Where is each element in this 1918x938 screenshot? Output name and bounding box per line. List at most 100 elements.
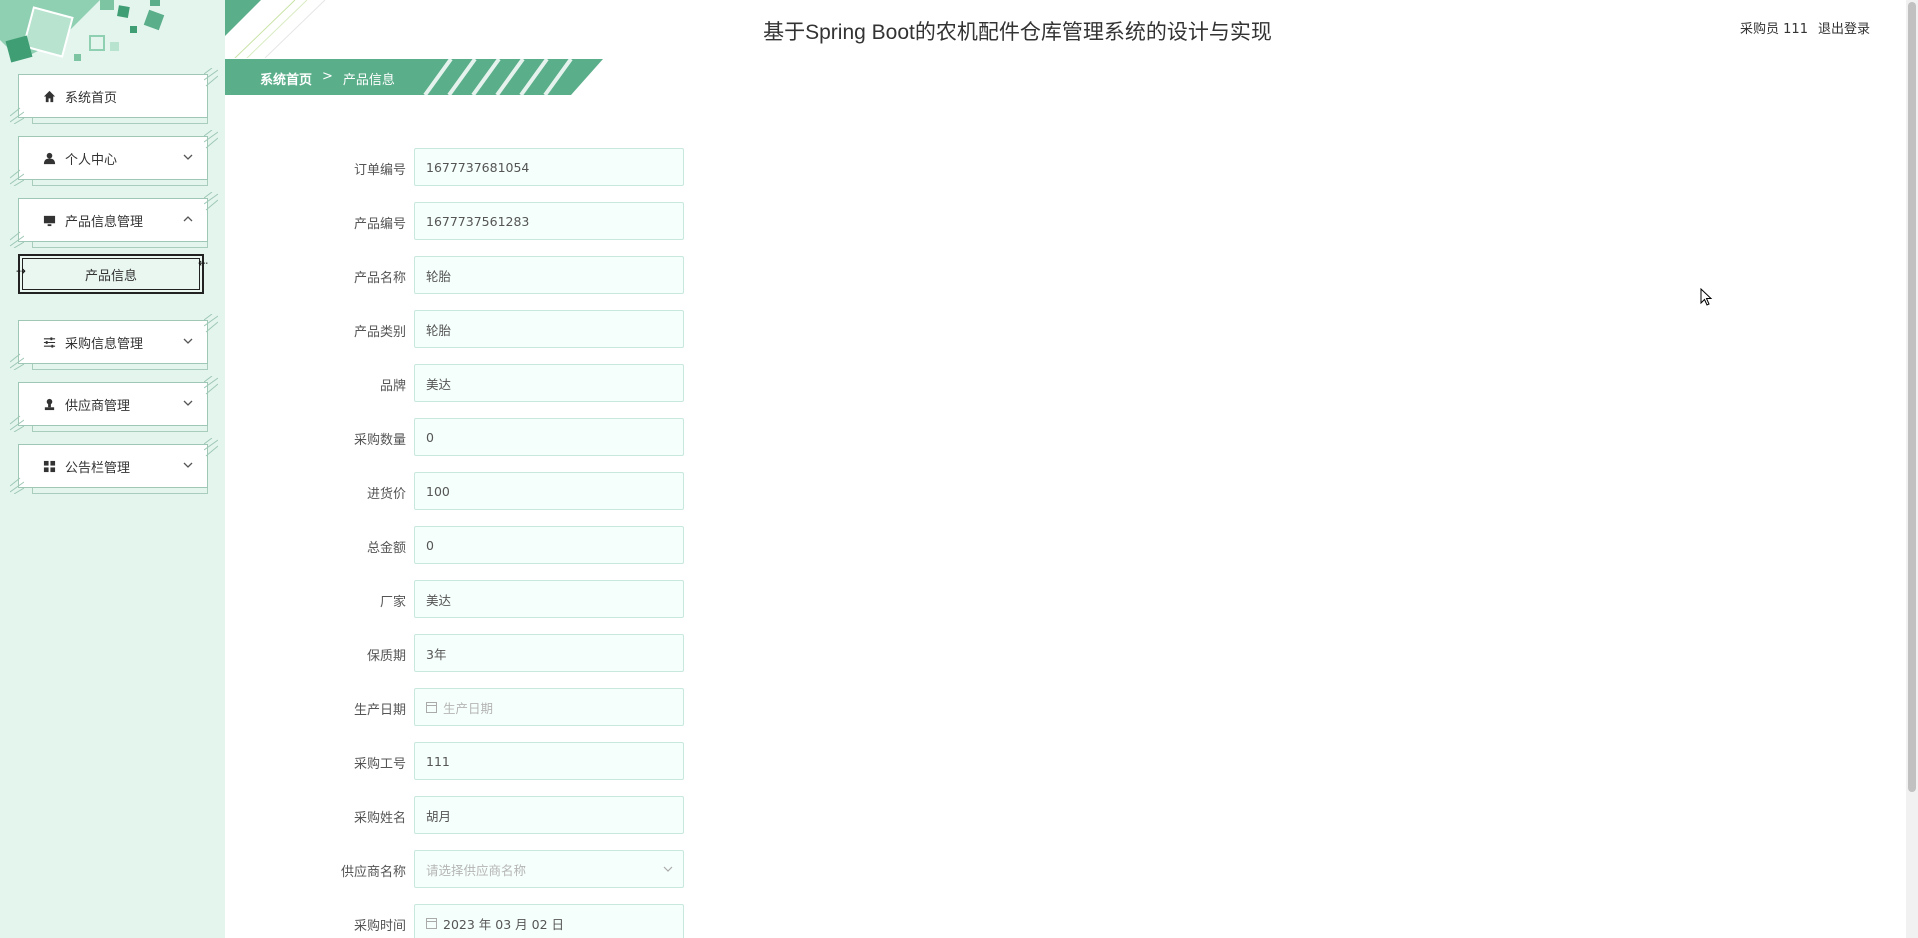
order-no-input[interactable]: 1677737681054 <box>414 148 684 186</box>
sidebar-item-label: 采购信息管理 <box>65 336 144 352</box>
hatch-decoration <box>204 192 218 211</box>
scrollbar-thumb[interactable] <box>1908 2 1916 792</box>
sidebar-item-label: 公告栏管理 <box>65 460 131 476</box>
form-row-manufacturer: 厂家 美达 <box>330 580 730 618</box>
chevron-down-icon <box>183 400 193 406</box>
product-name-input[interactable]: 轮胎 <box>414 256 684 294</box>
form-row-brand: 品牌 美达 <box>330 364 730 402</box>
breadcrumb-home[interactable]: 系统首页 <box>260 69 312 88</box>
menu-item-box[interactable]: 产品信息管理 <box>18 198 208 242</box>
page-title: 基于Spring Boot的农机配件仓库管理系统的设计与实现 <box>763 21 1272 44</box>
sidebar-item-label: 系统首页 <box>65 90 118 106</box>
purchaser-id-input[interactable]: 111 <box>414 742 684 780</box>
sidebar: 系统首页 个人中心 产品信息管理 ⇢ 产品信息 ⇠ 采购信息管理 供应商管理 公… <box>0 0 225 938</box>
sidebar-item-personal-center[interactable]: 个人中心 <box>10 130 218 186</box>
sidebar-menu: 系统首页 个人中心 产品信息管理 ⇢ 产品信息 ⇠ 采购信息管理 供应商管理 公… <box>10 68 218 506</box>
monitor-icon <box>41 212 57 228</box>
product-category-input[interactable]: 轮胎 <box>414 310 684 348</box>
user-area: 采购员 111 退出登录 <box>1740 18 1870 37</box>
purchase-time-value: 2023 年 03 月 02 日 <box>443 916 564 932</box>
field-label: 厂家 <box>379 595 406 610</box>
field-label: 生产日期 <box>353 703 406 718</box>
field-label: 保质期 <box>366 649 406 664</box>
form-row-quantity: 采购数量 0 <box>330 418 730 456</box>
sidebar-item-home[interactable]: 系统首页 <box>10 68 218 124</box>
field-label: 采购工号 <box>353 757 406 772</box>
field-label: 产品名称 <box>353 271 406 286</box>
sidebar-subitem-product-info[interactable]: ⇢ 产品信息 ⇠ <box>16 254 208 294</box>
menu-item-box[interactable]: 个人中心 <box>18 136 208 180</box>
hatch-decoration <box>10 231 24 248</box>
sidebar-subitem-label: 产品信息 <box>84 268 137 284</box>
brand-input[interactable]: 美达 <box>414 364 684 402</box>
field-label: 产品类别 <box>353 325 406 340</box>
hatch-decoration <box>10 169 24 186</box>
hatch-decoration <box>10 353 24 370</box>
purchase-price-input[interactable]: 100 <box>414 472 684 510</box>
logout-link[interactable]: 退出登录 <box>1818 18 1870 37</box>
menu-item-box[interactable]: 系统首页 <box>18 74 208 118</box>
sidebar-item-label: 产品信息管理 <box>65 214 144 230</box>
grid-icon <box>41 458 57 474</box>
menu-item-box[interactable]: 采购信息管理 <box>18 320 208 364</box>
field-label: 供应商名称 <box>340 865 406 880</box>
breadcrumb-current: 产品信息 <box>342 73 395 88</box>
form-row-product-no: 产品编号 1677737561283 <box>330 202 730 240</box>
chevron-down-icon <box>183 154 193 160</box>
purchaser-name-input[interactable]: 胡月 <box>414 796 684 834</box>
sidebar-item-supplier-management[interactable]: 供应商管理 <box>10 376 218 432</box>
breadcrumb: 系统首页 > 产品信息 <box>260 69 395 88</box>
production-date-placeholder: 生产日期 <box>443 700 494 716</box>
form-row-supplier-name: 供应商名称 请选择供应商名称 <box>330 850 730 888</box>
chevron-down-icon <box>183 338 193 344</box>
purchase-time-picker[interactable]: 2023 年 03 月 02 日 <box>414 904 684 938</box>
menu-item-box[interactable]: 供应商管理 <box>18 382 208 426</box>
calendar-icon <box>426 917 437 929</box>
user-icon <box>41 150 57 166</box>
supplier-name-select[interactable]: 请选择供应商名称 <box>414 850 684 888</box>
chevron-down-icon <box>663 866 673 872</box>
hatch-decoration <box>10 107 24 124</box>
form-row-total-amount: 总金额 0 <box>330 526 730 564</box>
hatch-decoration <box>10 415 24 432</box>
field-label: 品牌 <box>379 379 406 394</box>
hatch-decoration <box>204 438 218 457</box>
sidebar-item-purchase-management[interactable]: 采购信息管理 <box>10 314 218 370</box>
manufacturer-input[interactable]: 美达 <box>414 580 684 618</box>
field-label: 进货价 <box>366 487 406 502</box>
production-date-picker[interactable]: 生产日期 <box>414 688 684 726</box>
supplier-select-placeholder: 请选择供应商名称 <box>426 862 527 878</box>
sliders-icon <box>41 334 57 350</box>
quantity-input[interactable]: 0 <box>414 418 684 456</box>
field-label: 订单编号 <box>353 163 406 178</box>
field-label: 采购数量 <box>353 433 406 448</box>
home-icon <box>41 88 57 104</box>
hatch-decoration <box>204 314 218 333</box>
form-row-shelf-life: 保质期 3年 <box>330 634 730 672</box>
top-header: 基于Spring Boot的农机配件仓库管理系统的设计与实现 采购员 111 退… <box>225 0 1910 58</box>
page-scrollbar[interactable] <box>1906 0 1918 938</box>
hatch-decoration <box>10 477 24 494</box>
field-label: 产品编号 <box>353 217 406 232</box>
total-amount-input[interactable]: 0 <box>414 526 684 564</box>
user-label: 采购员 111 <box>1740 22 1808 37</box>
arrow-right-icon: ⇢ <box>16 264 26 278</box>
field-label: 总金额 <box>366 541 406 556</box>
form-row-production-date: 生产日期 生产日期 <box>330 688 730 726</box>
mouse-cursor-icon <box>1700 288 1713 306</box>
hatch-decoration <box>204 68 218 87</box>
menu-item-box[interactable]: 公告栏管理 <box>18 444 208 488</box>
sidebar-item-product-management[interactable]: 产品信息管理 <box>10 192 218 248</box>
form-row-product-category: 产品类别 轮胎 <box>330 310 730 348</box>
form-row-purchase-time: 采购时间 2023 年 03 月 02 日 <box>330 904 730 938</box>
chevron-down-icon <box>183 462 193 468</box>
sidebar-item-bulletin-management[interactable]: 公告栏管理 <box>10 438 218 494</box>
arrow-left-icon: ⇠ <box>197 256 208 270</box>
form-row-purchase-price: 进货价 100 <box>330 472 730 510</box>
hatch-decoration <box>204 130 218 149</box>
calendar-icon <box>426 701 437 713</box>
chevron-up-icon <box>183 216 193 222</box>
product-no-input[interactable]: 1677737561283 <box>414 202 684 240</box>
field-label: 采购姓名 <box>353 811 406 826</box>
shelf-life-input[interactable]: 3年 <box>414 634 684 672</box>
